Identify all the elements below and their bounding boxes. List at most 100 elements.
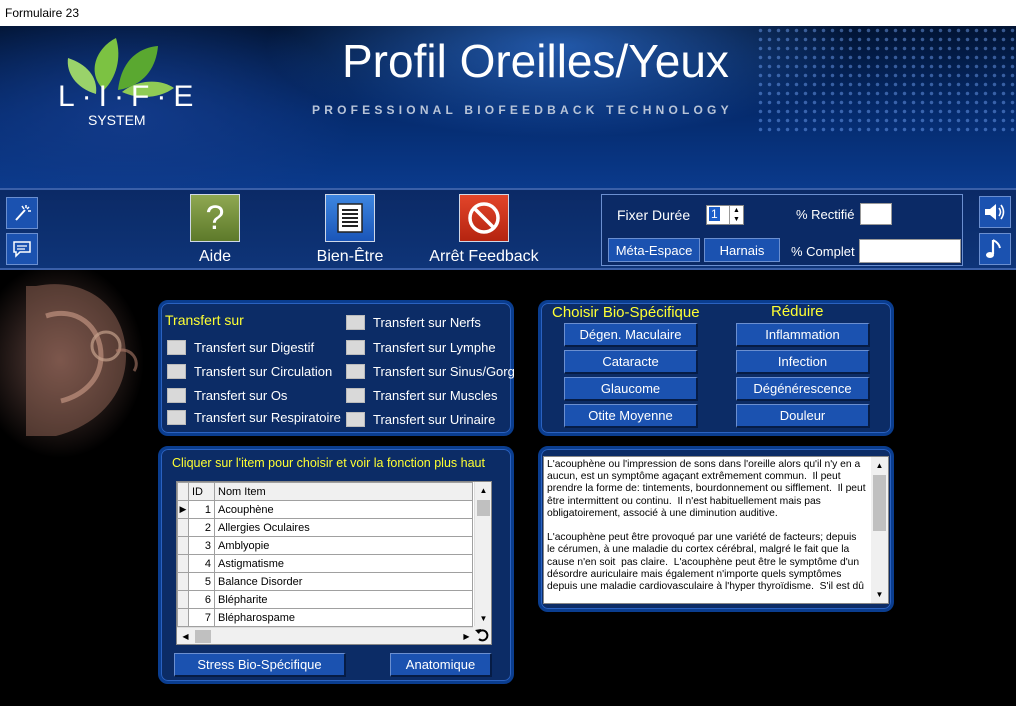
row-name[interactable]: Blépharospame xyxy=(214,608,473,627)
checkbox[interactable] xyxy=(346,364,365,379)
transfer-urinary-label[interactable]: Transfert sur Urinaire xyxy=(373,412,495,427)
transfer-bone-label[interactable]: Transfert sur Os xyxy=(194,388,287,403)
table-row[interactable]: 3 Amblyopie xyxy=(177,536,473,555)
bio-macular-degeneration-button[interactable]: Dégen. Maculaire xyxy=(564,323,698,347)
row-name[interactable]: Astigmatisme xyxy=(214,554,473,573)
duration-value[interactable]: 1 xyxy=(709,207,720,221)
wellbeing-label[interactable]: Bien-Être xyxy=(280,248,420,266)
spin-down-icon[interactable]: ▼ xyxy=(729,215,743,224)
checkbox[interactable] xyxy=(167,364,186,379)
transfer-lymph-label[interactable]: Transfert sur Lymphe xyxy=(373,340,496,355)
table-row[interactable]: 6 Blépharite xyxy=(177,590,473,609)
grid-header-row: ID Nom Item xyxy=(177,482,473,501)
checkbox[interactable] xyxy=(167,388,186,403)
grid-vertical-scrollbar[interactable]: ▲ ▼ xyxy=(474,482,491,627)
stop-prohibited-icon[interactable] xyxy=(459,194,509,242)
reduce-degeneration-button[interactable]: Dégénérescence xyxy=(736,377,870,401)
scroll-down-arrow-icon[interactable]: ▼ xyxy=(871,586,888,603)
grid-horizontal-scrollbar[interactable]: ◀ ▶ xyxy=(177,627,475,644)
items-grid[interactable]: ID Nom Item ▶ 1 Acouphène 2 Allergies Oc… xyxy=(176,481,492,645)
question-mark-icon[interactable]: ? xyxy=(190,194,240,242)
stop-feedback-label[interactable]: Arrêt Feedback xyxy=(414,248,554,266)
stress-bio-specific-button[interactable]: Stress Bio-Spécifique xyxy=(174,653,346,677)
table-row[interactable]: 4 Astigmatisme xyxy=(177,554,473,573)
row-id[interactable]: 7 xyxy=(188,608,215,627)
row-name[interactable]: Amblyopie xyxy=(214,536,473,555)
column-header-id[interactable]: ID xyxy=(188,482,215,501)
transfer-nerves-checkbox[interactable]: Transfert sur Nerfs xyxy=(346,315,481,330)
close-button[interactable] xyxy=(970,0,1016,26)
scroll-up-arrow-icon[interactable]: ▲ xyxy=(475,482,491,499)
help-tool[interactable]: ? Aide xyxy=(145,194,285,270)
harness-button[interactable]: Harnais xyxy=(704,238,780,262)
table-row[interactable]: 7 Blépharospame xyxy=(177,608,473,627)
description-text[interactable]: L'acouphène ou l'impression de sons dans… xyxy=(547,459,873,593)
row-id[interactable]: 5 xyxy=(188,572,215,591)
checkbox[interactable] xyxy=(167,410,186,425)
spin-up-icon[interactable]: ▲ xyxy=(729,206,743,215)
timer-panel: Fixer Durée 1 ▲ ▼ % Rectifié Méta-Espace… xyxy=(601,194,963,266)
scroll-left-arrow-icon[interactable]: ◀ xyxy=(177,628,194,644)
bio-otitis-media-button[interactable]: Otite Moyenne xyxy=(564,404,698,428)
duration-spinner[interactable]: 1 ▲ ▼ xyxy=(706,205,744,225)
transfer-bone-checkbox[interactable]: Transfert sur Os xyxy=(167,388,287,403)
transfer-nerves-label[interactable]: Transfert sur Nerfs xyxy=(373,315,481,330)
description-textbox[interactable]: L'acouphène ou l'impression de sons dans… xyxy=(543,456,889,604)
checkbox[interactable] xyxy=(346,315,365,330)
transfer-sinus-label[interactable]: Transfert sur Sinus/Gorg xyxy=(373,364,515,379)
table-row[interactable]: 2 Allergies Oculaires xyxy=(177,518,473,537)
transfer-muscles-checkbox[interactable]: Transfert sur Muscles xyxy=(346,388,498,403)
reduce-inflammation-button[interactable]: Inflammation xyxy=(736,323,870,347)
sound-button[interactable] xyxy=(979,196,1011,228)
stop-feedback-tool[interactable]: Arrêt Feedback xyxy=(414,194,554,270)
row-id[interactable]: 6 xyxy=(188,590,215,609)
checkbox[interactable] xyxy=(167,340,186,355)
maximize-button[interactable] xyxy=(924,0,970,26)
signal-wand-button[interactable] xyxy=(6,197,38,229)
transfer-digestive-label[interactable]: Transfert sur Digestif xyxy=(194,340,314,355)
refresh-button[interactable] xyxy=(473,626,491,644)
checkbox[interactable] xyxy=(346,388,365,403)
description-scrollbar[interactable]: ▲ ▼ xyxy=(871,457,888,603)
row-name[interactable]: Blépharite xyxy=(214,590,473,609)
bio-glaucoma-button[interactable]: Glaucome xyxy=(564,377,698,401)
minimize-button[interactable] xyxy=(878,0,924,26)
row-id[interactable]: 4 xyxy=(188,554,215,573)
transfer-respiratory-label[interactable]: Transfert sur Respiratoire xyxy=(194,410,341,425)
column-header-name[interactable]: Nom Item xyxy=(214,482,473,501)
table-row[interactable]: ▶ 1 Acouphène xyxy=(177,500,473,519)
chat-button[interactable] xyxy=(6,233,38,265)
row-name[interactable]: Allergies Oculaires xyxy=(214,518,473,537)
hscroll-thumb[interactable] xyxy=(195,630,211,643)
help-label[interactable]: Aide xyxy=(145,248,285,266)
transfer-urinary-checkbox[interactable]: Transfert sur Urinaire xyxy=(346,412,495,427)
transfer-circulation-label[interactable]: Transfert sur Circulation xyxy=(194,364,332,379)
speaker-icon xyxy=(985,204,1005,220)
scroll-down-arrow-icon[interactable]: ▼ xyxy=(475,610,491,627)
anatomy-button[interactable]: Anatomique xyxy=(390,653,492,677)
checkbox[interactable] xyxy=(346,412,365,427)
transfer-sinus-checkbox[interactable]: Transfert sur Sinus/Gorg xyxy=(346,364,515,379)
music-button[interactable] xyxy=(979,233,1011,265)
reduce-infection-button[interactable]: Infection xyxy=(736,350,870,374)
meta-space-button[interactable]: Méta-Espace xyxy=(608,238,700,262)
row-name[interactable]: Balance Disorder xyxy=(214,572,473,591)
scroll-up-arrow-icon[interactable]: ▲ xyxy=(871,457,888,474)
document-list-icon[interactable] xyxy=(325,194,375,242)
table-row[interactable]: 5 Balance Disorder xyxy=(177,572,473,591)
scroll-thumb[interactable] xyxy=(873,475,886,531)
transfer-digestive-checkbox[interactable]: Transfert sur Digestif xyxy=(167,340,314,355)
scroll-thumb[interactable] xyxy=(477,500,490,516)
transfer-circulation-checkbox[interactable]: Transfert sur Circulation xyxy=(167,364,332,379)
transfer-lymph-checkbox[interactable]: Transfert sur Lymphe xyxy=(346,340,496,355)
checkbox[interactable] xyxy=(346,340,365,355)
row-id[interactable]: 3 xyxy=(188,536,215,555)
row-id[interactable]: 1 xyxy=(188,500,215,519)
bio-cataract-button[interactable]: Cataracte xyxy=(564,350,698,374)
transfer-respiratory-checkbox[interactable]: Transfert sur Respiratoire xyxy=(167,410,341,425)
row-id[interactable]: 2 xyxy=(188,518,215,537)
transfer-muscles-label[interactable]: Transfert sur Muscles xyxy=(373,388,498,403)
wellbeing-tool[interactable]: Bien-Être xyxy=(280,194,420,270)
row-name[interactable]: Acouphène xyxy=(214,500,473,519)
reduce-pain-button[interactable]: Douleur xyxy=(736,404,870,428)
